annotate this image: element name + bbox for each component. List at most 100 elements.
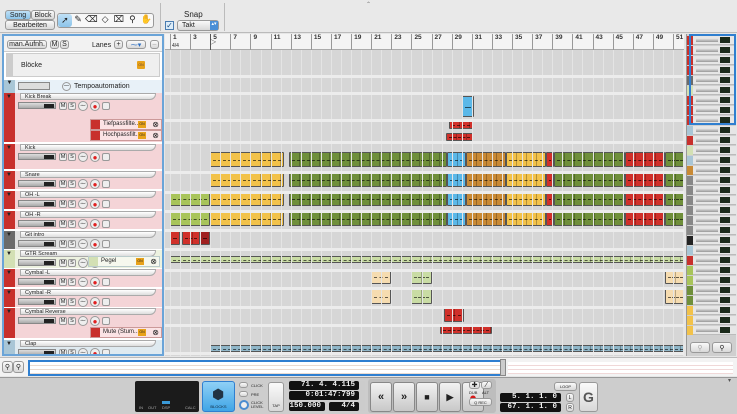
- solo-button[interactable]: S: [68, 180, 76, 188]
- mixer-channel[interactable]: [687, 156, 736, 165]
- automation-icon[interactable]: ⁓: [78, 297, 88, 307]
- zoom-out-icon[interactable]: ⚲: [2, 361, 13, 373]
- lanes-dropdown[interactable]: ⁓▾: [126, 40, 146, 49]
- mute-button[interactable]: M: [59, 180, 67, 188]
- clip-ohl[interactable]: [288, 192, 447, 206]
- record-enable-button[interactable]: ●: [90, 179, 100, 189]
- volume-fader[interactable]: [18, 180, 56, 187]
- mixer-channel[interactable]: [687, 196, 736, 205]
- navigator-visible-range[interactable]: [28, 360, 503, 376]
- lane-button[interactable]: [102, 180, 110, 188]
- collapse-icon[interactable]: ▼: [6, 212, 12, 218]
- mixer-channel[interactable]: [687, 226, 736, 235]
- clip-ohr[interactable]: [664, 212, 684, 226]
- collapse-icon[interactable]: ▼: [6, 290, 12, 296]
- clip-ohl[interactable]: [624, 192, 665, 206]
- track-row[interactable]: ▼ Cymbal -L M S ⁓ ●: [4, 269, 162, 288]
- track-row[interactable]: ▼ Clap M S ⁓ ●: [4, 340, 162, 354]
- clip-ohr[interactable]: [554, 212, 625, 226]
- eraser-icon[interactable]: ⌫: [84, 14, 98, 27]
- solo-button[interactable]: S: [68, 240, 76, 248]
- clip-git[interactable]: [170, 231, 181, 245]
- navigator-handle[interactable]: [500, 359, 506, 376]
- mute-button[interactable]: M: [59, 220, 67, 228]
- lane-button[interactable]: [102, 298, 110, 306]
- collapse-icon[interactable]: ▼: [6, 251, 12, 257]
- collapse-icon[interactable]: ▼: [6, 232, 12, 238]
- collapse-icon[interactable]: ▼: [6, 94, 12, 100]
- clip-ohl[interactable]: [554, 192, 625, 206]
- clip-ohl[interactable]: [446, 192, 466, 206]
- track-row[interactable]: ▼ Kick Break M S ⁓ ● Tiefpassfilte... ON ⊗ Hochpa…: [4, 93, 162, 143]
- expand-arrow-icon[interactable]: ▾: [728, 377, 731, 384]
- solo-button[interactable]: S: [68, 298, 76, 306]
- zoom-in-icon[interactable]: ⚲: [13, 361, 24, 373]
- tempo-display[interactable]: 150.000: [289, 402, 325, 411]
- automation-icon[interactable]: ⁓: [78, 179, 88, 189]
- stop-button[interactable]: ■: [416, 382, 438, 412]
- close-icon[interactable]: ⊗: [152, 131, 159, 140]
- mixer-channel[interactable]: [687, 306, 736, 315]
- volume-fader[interactable]: [18, 278, 56, 285]
- clip-git[interactable]: [182, 231, 201, 245]
- right-locator-display[interactable]: 67. 1. 1. 0: [500, 403, 561, 412]
- clip-cymr[interactable]: [664, 289, 684, 304]
- solo-button[interactable]: S: [68, 200, 76, 208]
- track-name[interactable]: Snare: [20, 171, 156, 178]
- automation-icon[interactable]: ⁓: [78, 152, 88, 162]
- automation-on-badge[interactable]: ON: [138, 121, 146, 128]
- lane-button[interactable]: [102, 349, 110, 354]
- mixer-channel[interactable]: [687, 216, 736, 225]
- blocks-track[interactable]: Blöcke ON: [6, 53, 160, 77]
- automation-icon[interactable]: ⁓: [78, 348, 88, 354]
- clip-kick[interactable]: [554, 152, 625, 167]
- track-name[interactable]: Cymbal -L: [20, 269, 156, 276]
- mixer-view-frame[interactable]: [689, 34, 736, 125]
- bar-ruler[interactable]: 4/4 1 3 5 7 9 11 13 15 17 19 21 23 25 27 29 31 33 35 37 39 4…: [165, 34, 684, 50]
- record-enable-button[interactable]: ●: [90, 348, 100, 354]
- snap-select[interactable]: Takt ▴▾: [177, 20, 219, 31]
- zoom-out-icon[interactable]: ⚲: [690, 342, 710, 353]
- precount-toggle[interactable]: [239, 391, 248, 397]
- lane-button[interactable]: [102, 278, 110, 286]
- record-enable-button[interactable]: ●: [90, 199, 100, 209]
- collapse-icon[interactable]: ▼: [4, 80, 15, 93]
- mixer-channel[interactable]: [687, 126, 736, 135]
- solo-button[interactable]: S: [68, 278, 76, 286]
- solo-button[interactable]: S: [68, 259, 76, 267]
- mixer-channel[interactable]: [687, 316, 736, 325]
- song-position-display[interactable]: 71. 4. 4.115: [289, 381, 359, 390]
- clip-kick[interactable]: [288, 152, 447, 167]
- play-button[interactable]: ▶: [439, 382, 461, 412]
- solo-button[interactable]: S: [68, 102, 76, 110]
- track-name[interactable]: Cymbal -R: [20, 289, 156, 296]
- clip-hoch[interactable]: [445, 133, 473, 141]
- volume-fader[interactable]: [18, 317, 56, 324]
- clip-kick[interactable]: [664, 152, 684, 167]
- clip-ohr[interactable]: [624, 212, 665, 226]
- record-mode-button[interactable]: man.Aufnh.: [7, 40, 47, 49]
- click-level-knob[interactable]: [239, 400, 249, 410]
- mute-button[interactable]: M: [59, 200, 67, 208]
- arrangement-view[interactable]: 4/4 1 3 5 7 9 11 13 15 17 19 21 23 25 27 29 31 33 35 37 39 4…: [165, 34, 684, 356]
- close-icon[interactable]: ⊗: [152, 328, 159, 337]
- record-enable-button[interactable]: ●: [90, 239, 100, 249]
- clip-ohl[interactable]: [664, 192, 684, 206]
- lane-button[interactable]: [102, 220, 110, 228]
- track-row[interactable]: ▼ Snare M S ⁓ ●: [4, 171, 162, 190]
- hand-icon[interactable]: ✋: [139, 14, 153, 27]
- solo-button[interactable]: S: [68, 153, 76, 161]
- track-name[interactable]: OH -R: [20, 211, 156, 218]
- alt-button[interactable]: ⁄: [481, 381, 492, 389]
- remove-lane-button[interactable]: –: [150, 40, 159, 49]
- mixer-channel[interactable]: [687, 146, 736, 155]
- volume-fader[interactable]: [18, 102, 56, 109]
- track-name[interactable]: OH -L: [20, 191, 156, 198]
- blocks-on-badge[interactable]: ON: [137, 61, 145, 69]
- volume-fader[interactable]: [18, 220, 56, 227]
- click-toggle[interactable]: [239, 382, 248, 388]
- track-row[interactable]: ▼ Cymbal Reverse M S ⁓ ● Mute (Stum... ON ⊗: [4, 308, 162, 339]
- automation-icon[interactable]: ⁓: [78, 199, 88, 209]
- automation-on-badge[interactable]: ON: [138, 132, 146, 139]
- solo-button[interactable]: S: [68, 220, 76, 228]
